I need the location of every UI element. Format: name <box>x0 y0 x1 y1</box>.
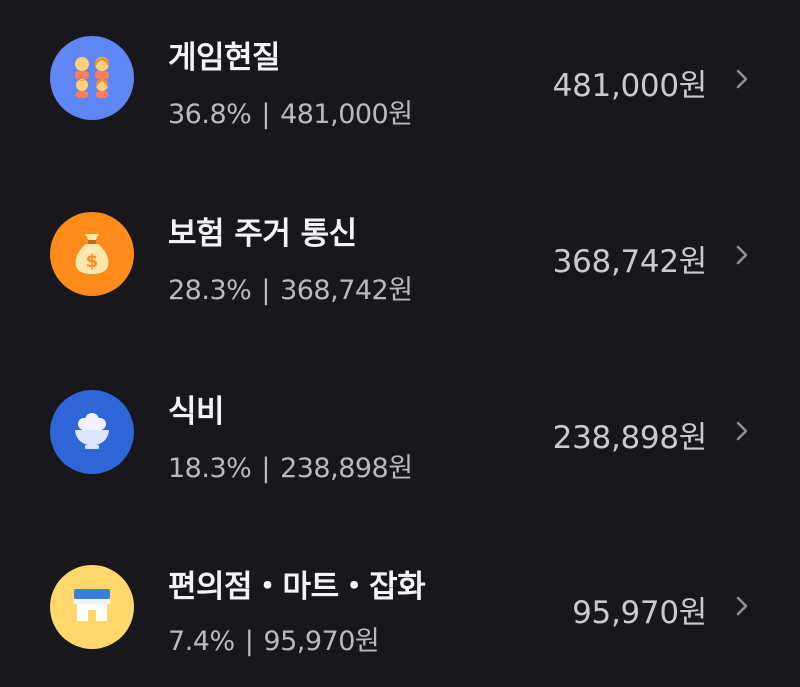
chevron-right-icon[interactable] <box>731 420 753 442</box>
money-bag-icon: $ <box>66 226 118 282</box>
category-amount: 481,000원 <box>552 68 708 104</box>
rice-bowl-icon <box>66 404 118 460</box>
category-amount: 95,970원 <box>572 595 707 631</box>
category-sub-amount: 368,742원 <box>280 275 413 306</box>
store-icon <box>66 579 118 635</box>
separator: | <box>261 99 270 130</box>
family-icon <box>66 50 118 106</box>
separator: | <box>244 626 254 657</box>
category-row-insurance[interactable]: $ 보험 주거 통신 28.3% | 368,742원 368,742원 <box>0 190 800 330</box>
category-percent: 28.3% <box>168 275 252 306</box>
category-icon-circle <box>50 565 134 649</box>
category-sub-amount: 238,898원 <box>280 453 413 484</box>
svg-text:$: $ <box>86 251 99 272</box>
category-icon-circle <box>50 390 134 474</box>
category-list: 게임현질 36.8% | 481,000원 481,000원 $ 보험 주거 통… <box>0 0 800 687</box>
category-row-game[interactable]: 게임현질 36.8% | 481,000원 481,000원 <box>0 12 800 152</box>
category-row-food[interactable]: 식비 18.3% | 238,898원 238,898원 <box>0 366 800 506</box>
category-name: 게임현질 <box>168 40 281 76</box>
category-amount: 238,898원 <box>552 420 708 456</box>
separator: | <box>261 275 270 306</box>
category-detail: 18.3% | 238,898원 <box>168 446 413 485</box>
separator: | <box>261 453 270 484</box>
category-name: 보험 주거 통신 <box>168 216 357 252</box>
chevron-right-icon[interactable] <box>731 595 753 617</box>
category-row-convenience[interactable]: 편의점・마트・잡화 7.4% | 95,970원 95,970원 <box>0 543 800 683</box>
category-icon-circle <box>50 36 134 120</box>
chevron-right-icon[interactable] <box>731 244 753 266</box>
category-name: 식비 <box>168 394 225 430</box>
category-amount: 368,742원 <box>552 244 708 280</box>
category-percent: 7.4% <box>168 626 235 657</box>
category-percent: 18.3% <box>168 453 252 484</box>
category-detail: 36.8% | 481,000원 <box>168 92 413 131</box>
category-detail: 28.3% | 368,742원 <box>168 268 413 307</box>
category-icon-circle: $ <box>50 212 134 296</box>
category-sub-amount: 481,000원 <box>280 99 413 130</box>
chevron-right-icon[interactable] <box>731 68 753 90</box>
category-name: 편의점・마트・잡화 <box>168 569 426 605</box>
category-sub-amount: 95,970원 <box>263 626 380 657</box>
category-percent: 36.8% <box>168 99 252 130</box>
category-detail: 7.4% | 95,970원 <box>168 619 380 658</box>
